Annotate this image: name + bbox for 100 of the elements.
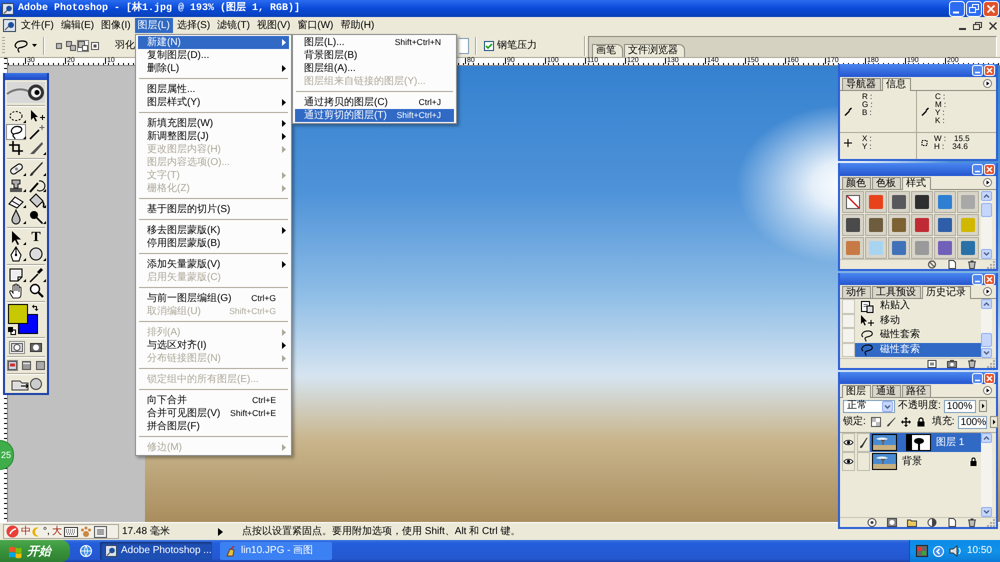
adjustment-icon[interactable] <box>927 518 937 527</box>
brush-lock-icon[interactable] <box>886 417 896 427</box>
scroll-thumb[interactable] <box>981 203 992 217</box>
brush-icon[interactable] <box>857 433 870 452</box>
panel-tab[interactable]: 色板 <box>872 177 901 189</box>
style-swatch-icon[interactable] <box>957 237 979 259</box>
lasso-icon[interactable] <box>13 38 29 52</box>
opacity-field[interactable]: 100% <box>944 400 976 412</box>
menu-item[interactable]: 合并可见图层(V) Shift+Ctrl+E <box>138 407 289 420</box>
layer-row[interactable]: 图层 1 <box>870 433 981 452</box>
width-toggle[interactable]: 大 <box>52 525 62 538</box>
type-tool-button[interactable]: T <box>26 230 46 246</box>
trash-icon[interactable] <box>967 359 977 368</box>
style-swatch-icon[interactable] <box>865 237 887 259</box>
menu-title[interactable]: 图像(I) <box>98 18 134 33</box>
style-swatch-icon[interactable] <box>842 214 864 236</box>
standard-screen-icon[interactable] <box>6 360 18 371</box>
panel-tab[interactable]: 通道 <box>872 385 901 397</box>
new-item-icon[interactable] <box>947 518 957 527</box>
history-state[interactable]: 磁性套索 <box>855 328 981 342</box>
eye-icon[interactable] <box>842 433 855 452</box>
palette-menu-icon[interactable] <box>983 178 992 187</box>
resize-grip-icon[interactable] <box>987 360 995 368</box>
scroll-thumb[interactable] <box>981 333 992 347</box>
layer-style-icon[interactable] <box>867 518 877 527</box>
punctuation-toggle[interactable]: °, <box>43 525 50 538</box>
style-swatch-icon[interactable] <box>888 237 910 259</box>
swap-arrow-icon[interactable] <box>32 304 39 311</box>
input-mode-toggle[interactable]: 中 <box>21 525 31 538</box>
jump-to-app-icon[interactable] <box>10 377 42 391</box>
menu-item[interactable]: 添加矢量蒙版(V) <box>138 258 289 271</box>
resize-grip-icon[interactable] <box>987 518 995 526</box>
speaker-icon[interactable] <box>948 545 962 557</box>
globe-icon[interactable] <box>80 545 92 557</box>
panel-tab[interactable]: 工具预设 <box>872 286 921 298</box>
scroll-up-icon[interactable] <box>981 191 992 201</box>
intersect-selection-icon[interactable] <box>89 40 101 52</box>
palette-well-tab[interactable]: 画笔 <box>592 44 623 57</box>
menu-item[interactable]: 删除(L) <box>138 62 289 75</box>
menu-icon[interactable] <box>94 526 107 538</box>
panel-tab[interactable]: 导航器 <box>842 78 881 90</box>
menu-item[interactable]: 新建(N) <box>138 36 289 49</box>
add-selection-icon[interactable] <box>65 40 77 52</box>
tray-app-icon[interactable] <box>916 545 928 557</box>
panel-tab[interactable]: 历史记录 <box>922 286 971 299</box>
minimize-icon[interactable] <box>949 0 965 16</box>
palette-well-tab[interactable]: 文件浏览器 <box>624 44 685 57</box>
folder-icon[interactable] <box>907 518 917 527</box>
restore-icon[interactable] <box>966 0 982 16</box>
move-cross-icon[interactable] <box>900 417 911 427</box>
new-document-icon[interactable] <box>927 359 937 368</box>
subtract-selection-icon[interactable] <box>77 40 89 52</box>
standard-mode-icon[interactable] <box>8 341 24 354</box>
menu-title[interactable]: 选择(S) <box>174 18 214 33</box>
crop-icon[interactable] <box>6 140 26 156</box>
menu-item[interactable]: 通过拷贝的图层(C) Ctrl+J <box>295 96 454 109</box>
layer-row[interactable]: 背景 <box>870 452 981 471</box>
menu-item[interactable]: 图层属性... <box>138 83 289 96</box>
style-swatch-icon[interactable] <box>865 214 887 236</box>
default-colors-icon[interactable] <box>8 327 16 335</box>
style-swatch-icon[interactable] <box>911 237 933 259</box>
menu-title[interactable]: 帮助(H) <box>337 18 378 33</box>
menu-item[interactable]: 与选区对齐(I) <box>138 339 289 352</box>
menu-item[interactable]: 拼合图层(F) <box>138 420 289 433</box>
menu-title[interactable]: 滤镜(T) <box>214 18 253 33</box>
resize-grip-icon[interactable] <box>987 260 995 268</box>
panel-tab[interactable]: 颜色 <box>842 177 871 189</box>
style-swatch-icon[interactable] <box>957 191 979 213</box>
triangle-icon[interactable] <box>218 528 223 536</box>
start-button[interactable]: 开始 <box>0 540 70 562</box>
style-swatch-icon[interactable] <box>842 237 864 259</box>
trash-icon[interactable] <box>967 260 977 269</box>
no-style-icon[interactable] <box>842 191 864 213</box>
menu-item[interactable]: 通过剪切的图层(T) Shift+Ctrl+J <box>295 109 454 122</box>
eye-icon[interactable] <box>842 452 855 471</box>
menu-title[interactable]: 编辑(E) <box>58 18 98 33</box>
style-swatch-icon[interactable] <box>934 214 956 236</box>
history-state[interactable]: 粘贴入 <box>855 299 981 314</box>
scrollbar[interactable] <box>981 433 992 517</box>
eye-logo-icon[interactable] <box>7 82 45 103</box>
caret-icon[interactable] <box>32 44 37 47</box>
menu-item[interactable]: 图层样式(Y) <box>138 96 289 109</box>
chevron-icon[interactable] <box>932 546 944 556</box>
lasso-icon[interactable] <box>6 124 26 140</box>
menu-item[interactable]: 复制图层(D)... <box>138 49 289 62</box>
mask-icon[interactable] <box>887 518 897 527</box>
menu-item[interactable]: 新填充图层(W) <box>138 117 289 130</box>
checker-lock-icon[interactable] <box>870 417 881 427</box>
style-swatch-icon[interactable] <box>888 191 910 213</box>
scroll-down-icon[interactable] <box>981 507 992 517</box>
panel-tab[interactable]: 动作 <box>842 286 871 298</box>
menu-item[interactable]: 移去图层蒙版(K) <box>138 224 289 237</box>
menu-item[interactable]: 基于图层的切片(S) <box>138 203 289 216</box>
panel-tab[interactable]: 信息 <box>882 78 911 91</box>
taskbar-button[interactable]: Adobe Photoshop ... <box>100 542 212 560</box>
palette-menu-icon[interactable] <box>983 287 992 296</box>
panel-tab[interactable]: 样式 <box>902 177 931 190</box>
ime-logo-icon[interactable] <box>6 525 19 538</box>
history-state[interactable]: 磁性套索 <box>855 342 981 357</box>
taskbar-button[interactable]: lin10.JPG - 画图 <box>220 542 332 560</box>
